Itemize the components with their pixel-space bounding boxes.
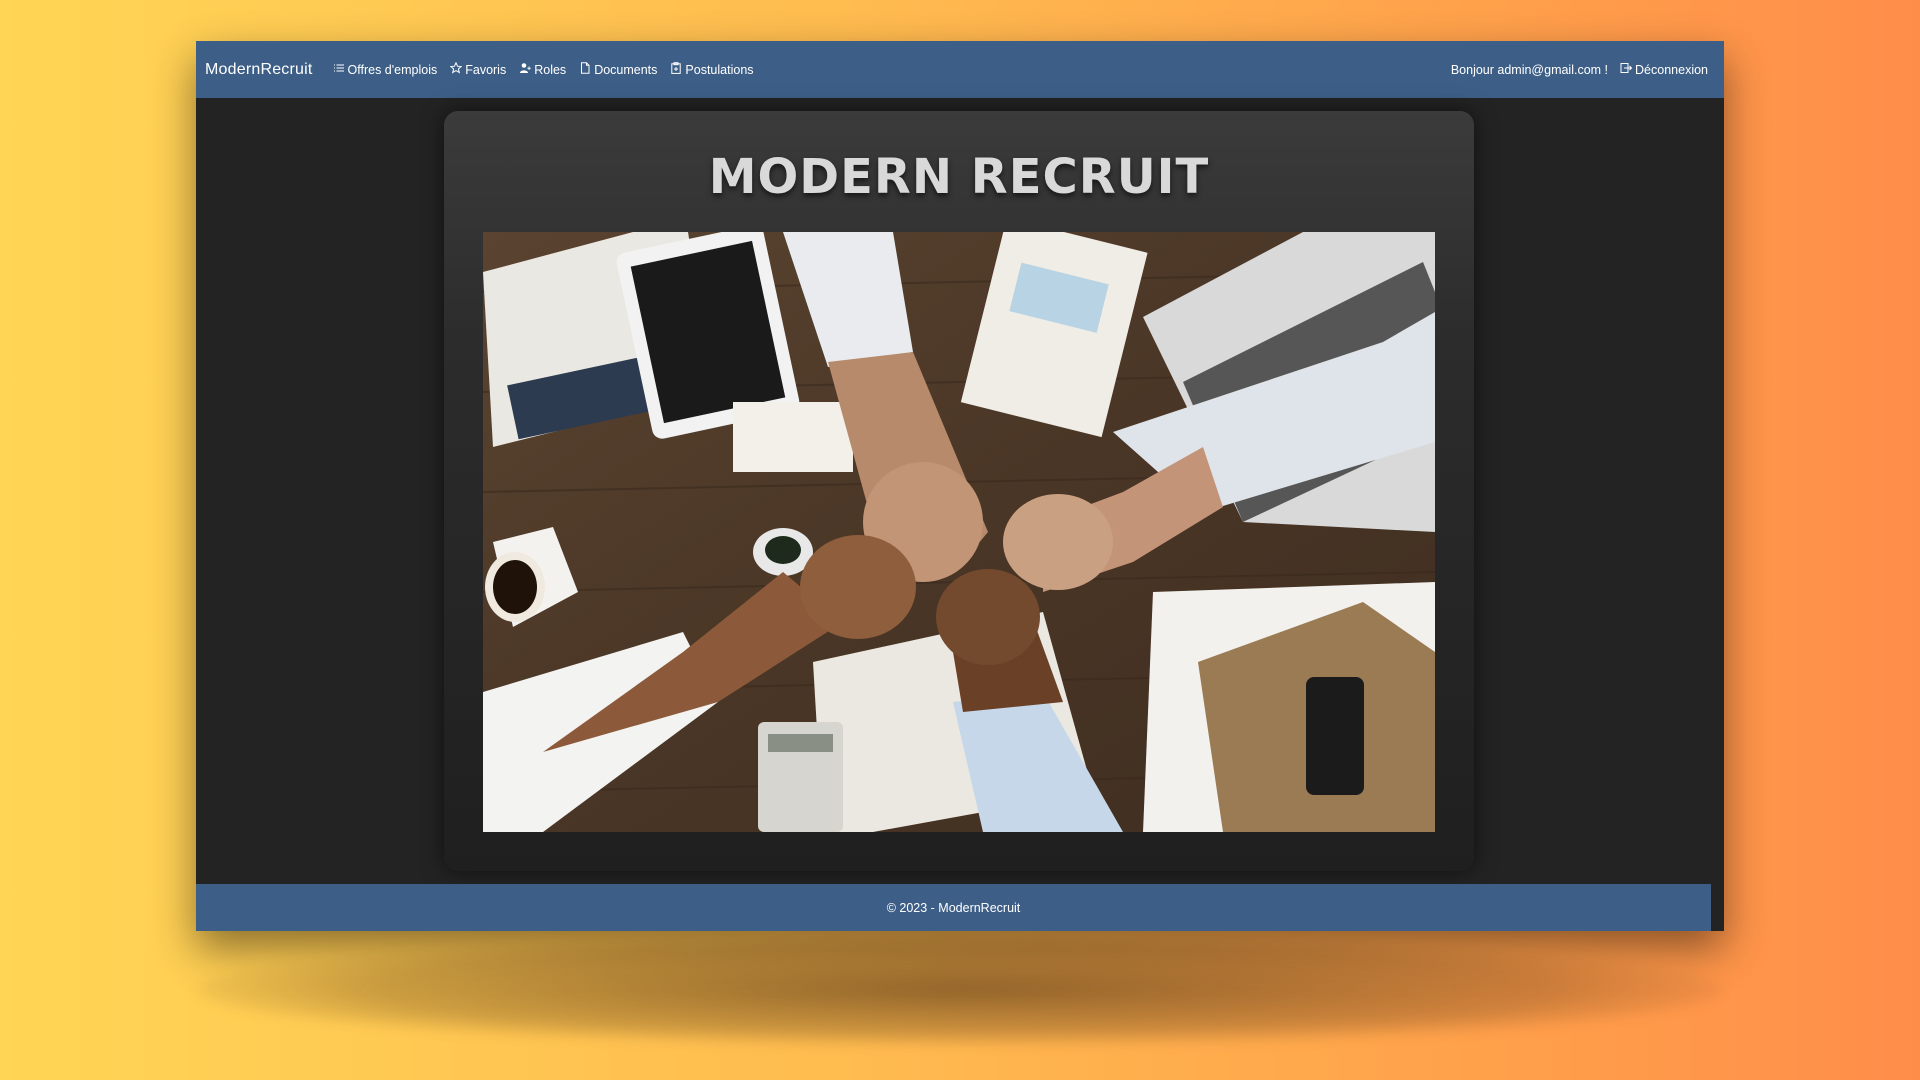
top-navbar: ModernRecruit Offres d'emplois Favoris R…	[196, 41, 1724, 98]
hero-card: MODERN RECRUIT	[444, 111, 1474, 871]
nav-offres-emplois[interactable]: Offres d'emplois	[333, 62, 438, 77]
nav-roles[interactable]: Roles	[519, 62, 566, 77]
nav-documents[interactable]: Documents	[579, 62, 657, 77]
page-footer: © 2023 - ModernRecruit	[196, 884, 1711, 931]
nav-links: Offres d'emplois Favoris Roles Documents…	[333, 61, 754, 77]
user-greeting: Bonjour admin@gmail.com !	[1450, 62, 1609, 77]
list-icon	[333, 62, 345, 77]
footer-copyright: © 2023 - ModernRecruit	[886, 900, 1021, 915]
nav-favoris[interactable]: Favoris	[449, 61, 507, 77]
document-icon	[579, 62, 591, 77]
logout-icon	[1620, 62, 1633, 77]
nav-right: Bonjour admin@gmail.com ! Déconnexion	[1451, 62, 1708, 77]
browser-window: ModernRecruit Offres d'emplois Favoris R…	[196, 41, 1724, 931]
nav-postulations-label: Postulations	[685, 62, 754, 77]
clipboard-icon	[670, 62, 682, 77]
nav-favoris-label: Favoris	[465, 62, 507, 77]
hero-title: MODERN RECRUIT	[708, 149, 1210, 205]
nav-offres-emplois-label: Offres d'emplois	[347, 62, 438, 77]
nav-roles-label: Roles	[534, 62, 567, 77]
star-icon	[449, 61, 463, 77]
window-shadow	[196, 935, 1724, 1045]
brand-link[interactable]: ModernRecruit	[205, 61, 313, 79]
nav-documents-label: Documents	[594, 62, 658, 77]
user-plus-icon	[519, 62, 532, 77]
logout-button[interactable]: Déconnexion	[1620, 62, 1708, 77]
team-fist-bump-photo	[483, 232, 1435, 832]
logout-label: Déconnexion	[1635, 62, 1708, 77]
nav-postulations[interactable]: Postulations	[670, 62, 754, 77]
